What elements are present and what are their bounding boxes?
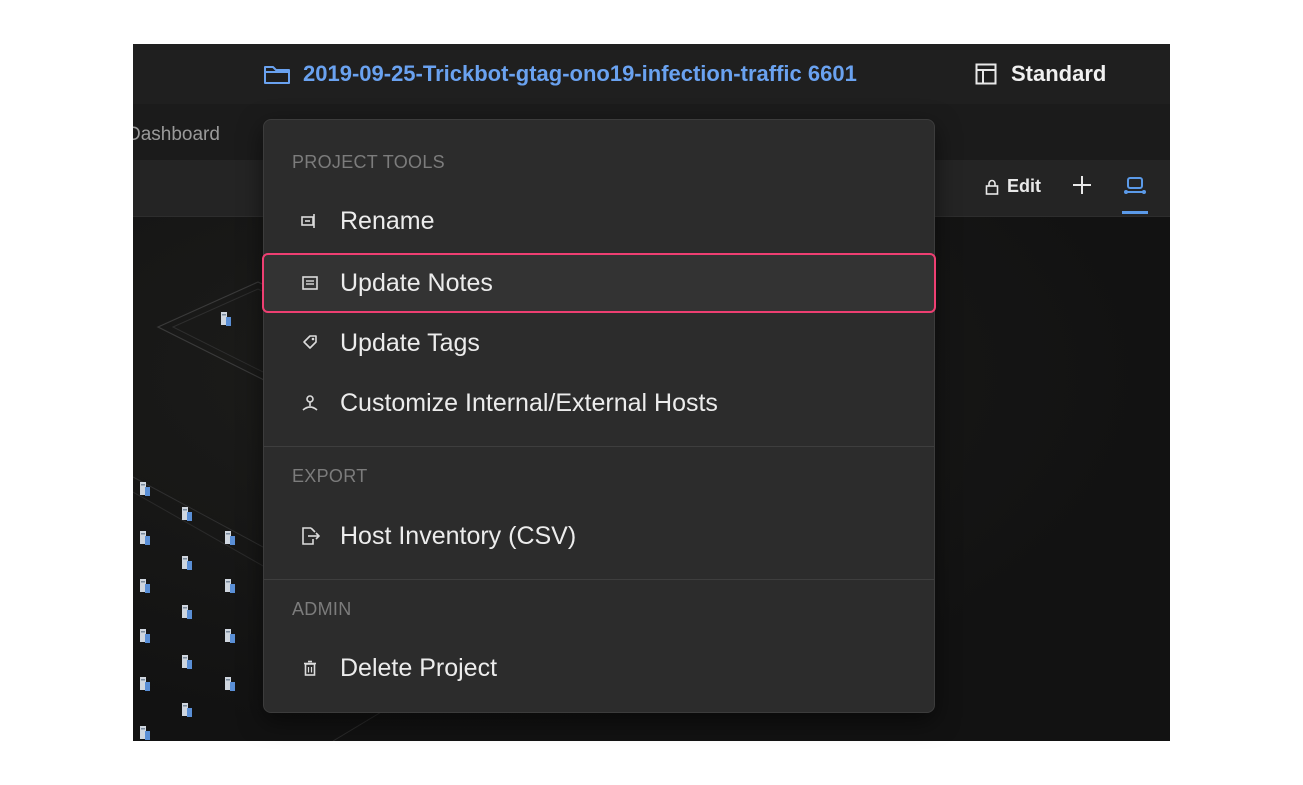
host-node-icon[interactable]	[139, 481, 151, 497]
menu-item-host-inventory-csv[interactable]: Host Inventory (CSV)	[264, 507, 934, 565]
host-node-icon[interactable]	[181, 702, 193, 718]
project-tools-menu: PROJECT TOOLS Rename Update Notes Update…	[262, 119, 936, 713]
menu-item-rename[interactable]: Rename	[264, 192, 934, 250]
section-label-admin: ADMIN	[292, 599, 352, 619]
network-view-icon	[1124, 177, 1146, 194]
layout-selector[interactable]: Standard	[975, 60, 1106, 88]
add-button[interactable]	[1071, 174, 1093, 196]
host-node-icon[interactable]	[224, 676, 236, 692]
tab-dashboard[interactable]: Dashboard	[133, 124, 220, 146]
host-node-icon[interactable]	[139, 725, 151, 741]
active-view-indicator	[1122, 211, 1148, 214]
menu-divider	[264, 579, 934, 580]
menu-item-label: Host Inventory (CSV)	[340, 521, 577, 550]
rename-icon	[300, 211, 320, 231]
layout-label: Standard	[1011, 61, 1107, 86]
plus-icon	[1073, 176, 1091, 194]
tag-icon	[300, 333, 320, 353]
project-selector[interactable]: 2019-09-25-Trickbot-gtag-ono19-infection…	[263, 60, 857, 88]
menu-item-label: Delete Project	[340, 653, 498, 682]
layout-icon	[975, 63, 997, 85]
host-node-icon[interactable]	[181, 555, 193, 571]
host-node-icon[interactable]	[181, 654, 193, 670]
menu-item-label: Update Notes	[340, 268, 493, 297]
menu-divider	[264, 446, 934, 447]
view-toggle-button[interactable]	[1122, 174, 1148, 214]
host-node-icon[interactable]	[224, 628, 236, 644]
edit-label: Edit	[1007, 176, 1041, 196]
menu-item-label: Customize Internal/External Hosts	[340, 388, 718, 417]
edit-button[interactable]: Edit	[985, 176, 1041, 197]
top-bar: 2019-09-25-Trickbot-gtag-ono19-infection…	[133, 44, 1170, 105]
project-title: 2019-09-25-Trickbot-gtag-ono19-infection…	[303, 61, 857, 86]
notes-icon	[300, 273, 320, 293]
host-node-icon[interactable]	[181, 604, 193, 620]
folder-icon	[264, 66, 290, 84]
menu-item-label: Rename	[340, 206, 435, 235]
host-node-icon[interactable]	[139, 628, 151, 644]
menu-item-label: Update Tags	[340, 328, 480, 357]
host-node-icon[interactable]	[139, 676, 151, 692]
section-label-export: EXPORT	[292, 466, 368, 486]
tab-dashboard-label: Dashboard	[133, 124, 220, 145]
host-node-icon[interactable]	[224, 530, 236, 546]
export-icon	[300, 526, 320, 546]
menu-item-update-tags[interactable]: Update Tags	[264, 314, 934, 372]
host-node-icon[interactable]	[181, 506, 193, 522]
host-node-icon[interactable]	[224, 578, 236, 594]
trash-icon	[300, 658, 320, 678]
section-label-project-tools: PROJECT TOOLS	[292, 152, 445, 172]
menu-item-update-notes[interactable]: Update Notes	[262, 253, 936, 313]
host-node-icon[interactable]	[139, 578, 151, 594]
host-node-icon[interactable]	[139, 530, 151, 546]
host-node-icon[interactable]	[220, 311, 232, 327]
menu-item-delete-project[interactable]: Delete Project	[264, 639, 934, 697]
lock-icon	[985, 179, 999, 195]
hosts-icon	[300, 393, 320, 413]
menu-item-customize-hosts[interactable]: Customize Internal/External Hosts	[264, 374, 934, 432]
